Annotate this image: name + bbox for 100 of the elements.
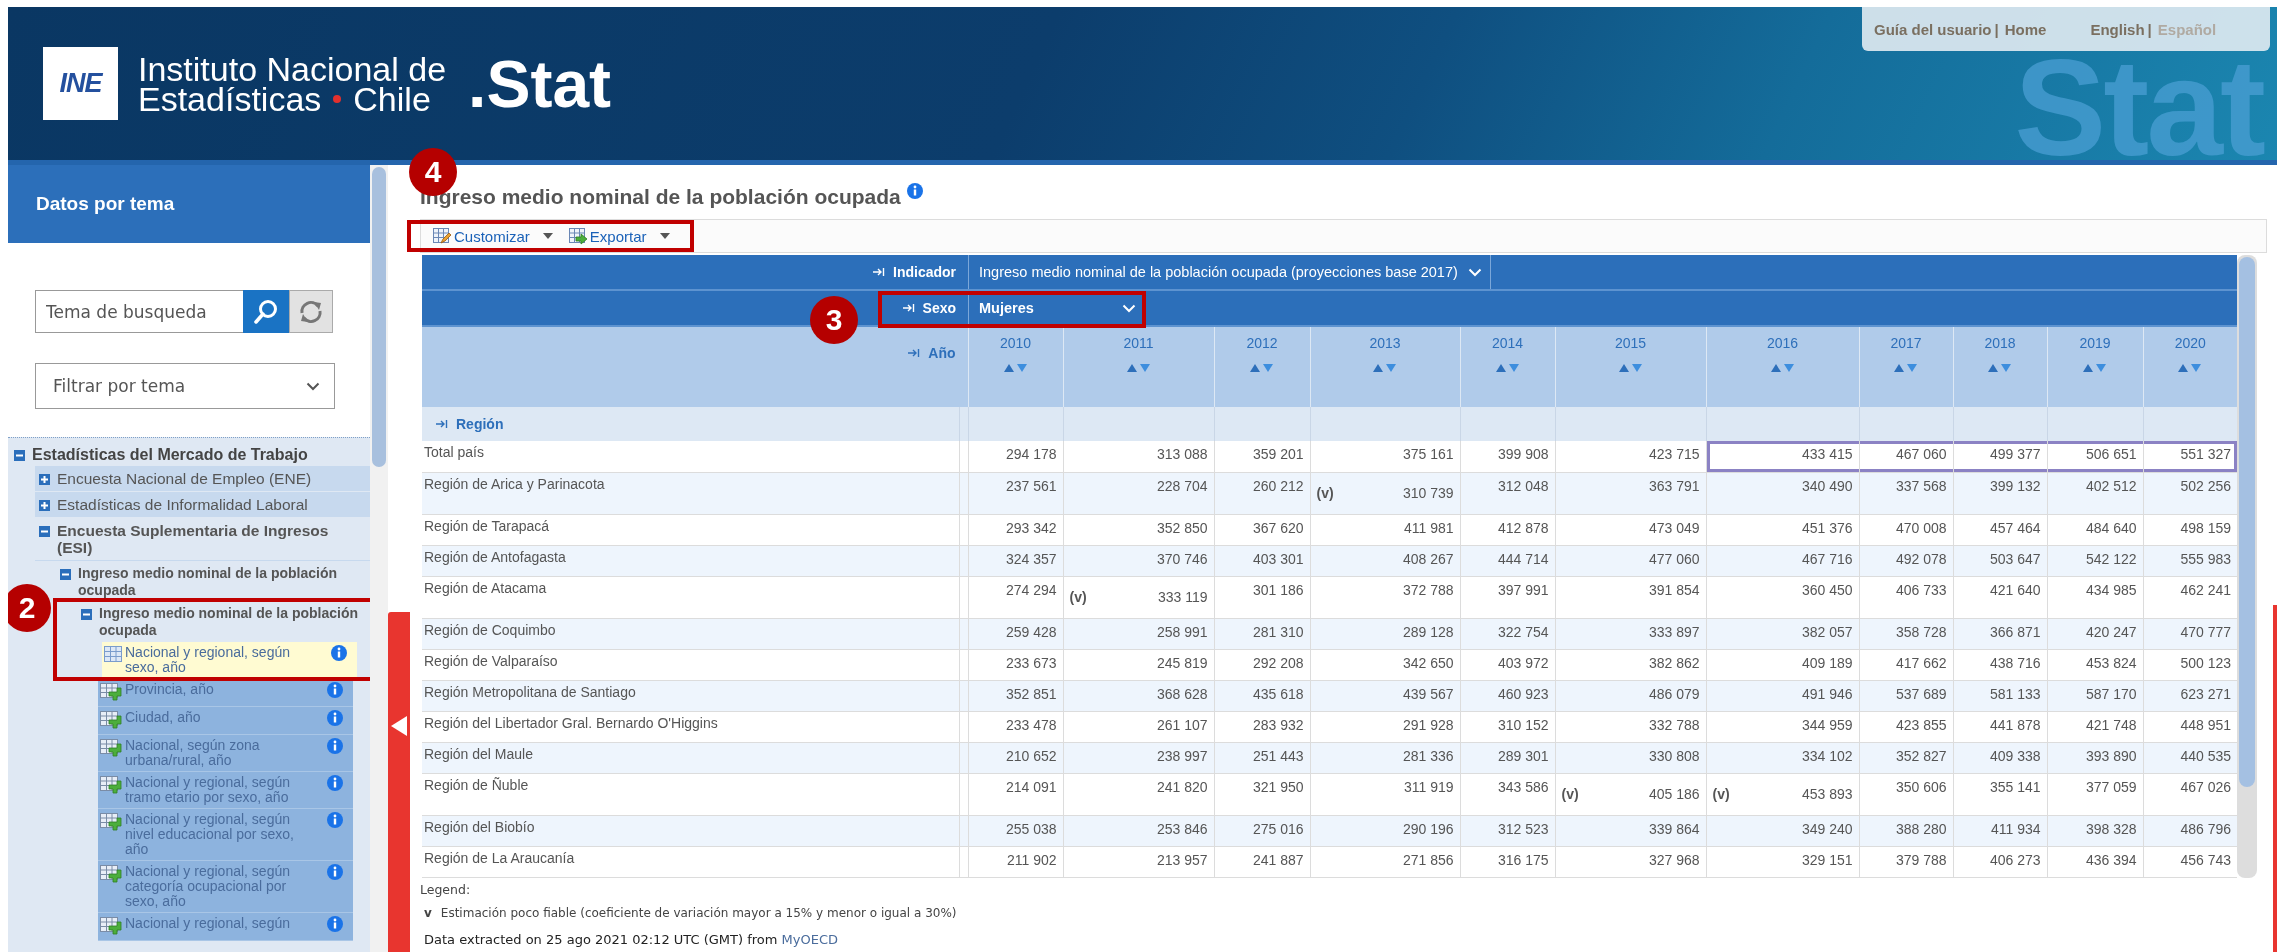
search-icon [253, 298, 279, 325]
toolbar-button[interactable]: Exportar [568, 227, 670, 245]
table-cell: 453 893 [1801, 786, 1853, 802]
source-link[interactable]: MyOECD [781, 931, 839, 947]
minus-icon[interactable] [14, 450, 25, 461]
logo-mark: INE [43, 47, 118, 120]
table-cell: 411 934 [1953, 815, 2047, 846]
column-header: 2014 [1490, 335, 1525, 351]
column-header: 2012 [1245, 335, 1279, 351]
scrollbar-thumb[interactable] [2239, 257, 2256, 787]
table-cell: 343 586 [1460, 773, 1555, 815]
info-icon[interactable] [327, 682, 343, 698]
info-icon[interactable] [327, 710, 343, 726]
tree-item[interactable]: Estadísticas de Informalidad Laboral [35, 492, 370, 517]
table-cell: 352 827 [1859, 742, 1953, 773]
table-cell: 332 788 [1555, 711, 1706, 742]
info-icon[interactable] [327, 775, 343, 791]
tree-item[interactable]: Estadísticas del Mercado de Trabajo [14, 444, 370, 465]
flag-note: (v) [1561, 786, 1579, 802]
table-plus-icon [100, 739, 122, 759]
table-cell: 444 714 [1460, 545, 1555, 576]
sort-arrows-icon[interactable] [1988, 363, 2012, 372]
table-cell: 312 048 [1460, 472, 1555, 514]
arrow-to-bar-icon [436, 419, 448, 429]
table-cell: 301 186 [1214, 576, 1310, 618]
row-label: Región de Ñuble [422, 773, 959, 815]
chevron-icon [306, 381, 320, 391]
table-cell: 312 523 [1460, 815, 1555, 846]
tree-item[interactable]: Encuesta Suplementaria de Ingresos (ESI) [35, 518, 370, 561]
dimension-label: Región [456, 416, 504, 432]
sort-arrows-icon[interactable] [1126, 363, 1151, 372]
sort-arrows-icon[interactable] [1770, 363, 1795, 372]
minus-icon[interactable] [81, 609, 92, 620]
table-cell: 337 568 [1859, 472, 1953, 514]
table-cell: 421 640 [1953, 576, 2047, 618]
info-icon[interactable] [327, 738, 343, 754]
table-cell: 352 851 [968, 680, 1063, 711]
sort-arrows-icon[interactable] [1003, 363, 1028, 372]
refresh-button[interactable] [289, 290, 333, 333]
table-cell: 211 902 [968, 846, 1063, 877]
minus-icon[interactable] [60, 569, 71, 580]
search-button[interactable] [243, 290, 289, 333]
sort-arrows-icon[interactable] [1894, 363, 1918, 372]
filter-dropdown[interactable]: Filtrar por tema [35, 363, 335, 409]
flag-note: (v) [1316, 485, 1334, 501]
info-icon[interactable] [327, 916, 343, 932]
table-cell: 506 651 [2047, 441, 2143, 472]
header-link[interactable]: Home [2004, 20, 2047, 38]
info-icon[interactable] [327, 812, 343, 828]
table-cell: 398 328 [2047, 815, 2143, 846]
column-header: 2013 [1368, 335, 1402, 351]
toolbar-button[interactable]: Customizar [433, 227, 553, 245]
tree-item[interactable]: Ingreso medio nominal de la población ocupada [77, 602, 370, 642]
info-icon[interactable] [327, 864, 343, 880]
plus-icon[interactable] [39, 500, 50, 511]
table-cell: 253 846 [1063, 815, 1214, 846]
table-plus-icon [100, 917, 122, 937]
table-cell: 551 327 [2143, 441, 2238, 472]
info-icon[interactable] [331, 645, 347, 661]
tree-item[interactable]: Ingreso medio nominal de la población ocupada [56, 562, 370, 602]
language-link[interactable]: English [2090, 20, 2145, 38]
header-link[interactable]: Guía del usuario [1874, 20, 1992, 38]
sort-arrows-icon[interactable] [1618, 363, 1643, 372]
table-cell: 290 196 [1310, 815, 1460, 846]
table-cell: 393 890 [2047, 742, 2143, 773]
table-plus-icon [100, 711, 122, 731]
collapse-panel-button[interactable] [388, 612, 410, 952]
table-cell: 316 175 [1460, 846, 1555, 877]
tree-item[interactable]: Encuesta Nacional de Empleo (ENE) [35, 466, 370, 491]
minus-icon[interactable] [39, 526, 50, 537]
table-cell: 291 928 [1310, 711, 1460, 742]
scrollbar-thumb[interactable] [372, 167, 386, 467]
table-cell: 274 294 [968, 576, 1063, 618]
table-cell: 491 946 [1706, 680, 1859, 711]
table-cell: 623 271 [2143, 680, 2238, 711]
table-cell: 372 788 [1310, 576, 1460, 618]
dimension-dropdown[interactable]: Ingreso medio nominal de la población ocupada (proyecciones base 2017) [968, 255, 1491, 289]
arrow-to-bar-icon [902, 303, 915, 313]
table-cell: 399 132 [1953, 472, 2047, 514]
column-header: 2016 [1765, 335, 1800, 351]
table-cell: 441 878 [1953, 711, 2047, 742]
row-label: Total país [422, 441, 959, 472]
table-cell: 555 983 [2143, 545, 2238, 576]
search-field[interactable]: Tema de busqueda [35, 290, 243, 333]
sort-arrows-icon[interactable] [1250, 363, 1274, 372]
sort-arrows-icon[interactable] [1373, 363, 1397, 372]
scrollbar[interactable] [370, 165, 388, 952]
sort-arrows-icon[interactable] [2178, 363, 2203, 372]
column-header: 2020 [2173, 335, 2207, 351]
plus-icon[interactable] [39, 474, 50, 485]
table-plus-icon [100, 865, 122, 885]
info-icon[interactable] [906, 183, 923, 199]
sort-arrows-icon[interactable] [1495, 363, 1520, 372]
dimension-dropdown[interactable]: Mujeres [968, 291, 1145, 325]
table-cell: 210 652 [968, 742, 1063, 773]
scrollbar[interactable] [2237, 255, 2258, 878]
sort-arrows-icon[interactable] [2083, 363, 2107, 372]
dataset-item[interactable]: Nacional y regional, según sexo, año [102, 642, 357, 679]
table-cell: 255 038 [968, 815, 1063, 846]
table-cell: 368 628 [1063, 680, 1214, 711]
